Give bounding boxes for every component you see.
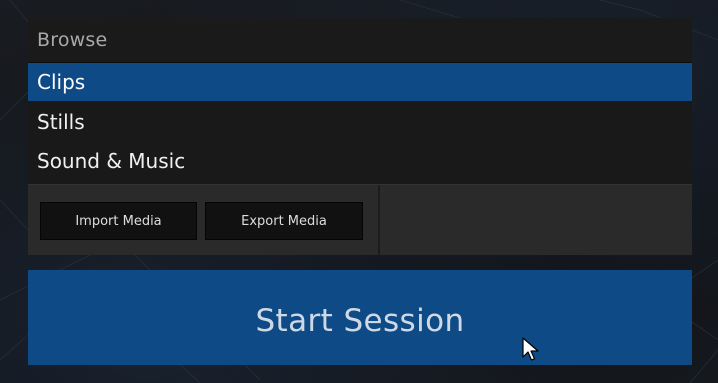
import-media-button[interactable]: Import Media bbox=[40, 202, 197, 240]
media-toolbar: Import Media Export Media bbox=[28, 184, 692, 255]
app-stage: Browse Clips Stills Sound & Music Import… bbox=[0, 0, 718, 383]
browse-item-sound-music[interactable]: Sound & Music bbox=[28, 142, 692, 180]
toolbar-divider bbox=[378, 185, 380, 255]
start-session-button[interactable]: Start Session bbox=[28, 270, 692, 365]
mouse-pointer-icon bbox=[522, 337, 539, 361]
browse-item-clips[interactable]: Clips bbox=[28, 63, 692, 101]
export-media-button[interactable]: Export Media bbox=[205, 202, 363, 240]
browse-list: Clips Stills Sound & Music bbox=[28, 62, 692, 185]
browse-panel: Browse Clips Stills Sound & Music Import… bbox=[28, 18, 692, 255]
browse-header: Browse bbox=[37, 29, 108, 51]
browse-item-stills[interactable]: Stills bbox=[28, 103, 692, 141]
